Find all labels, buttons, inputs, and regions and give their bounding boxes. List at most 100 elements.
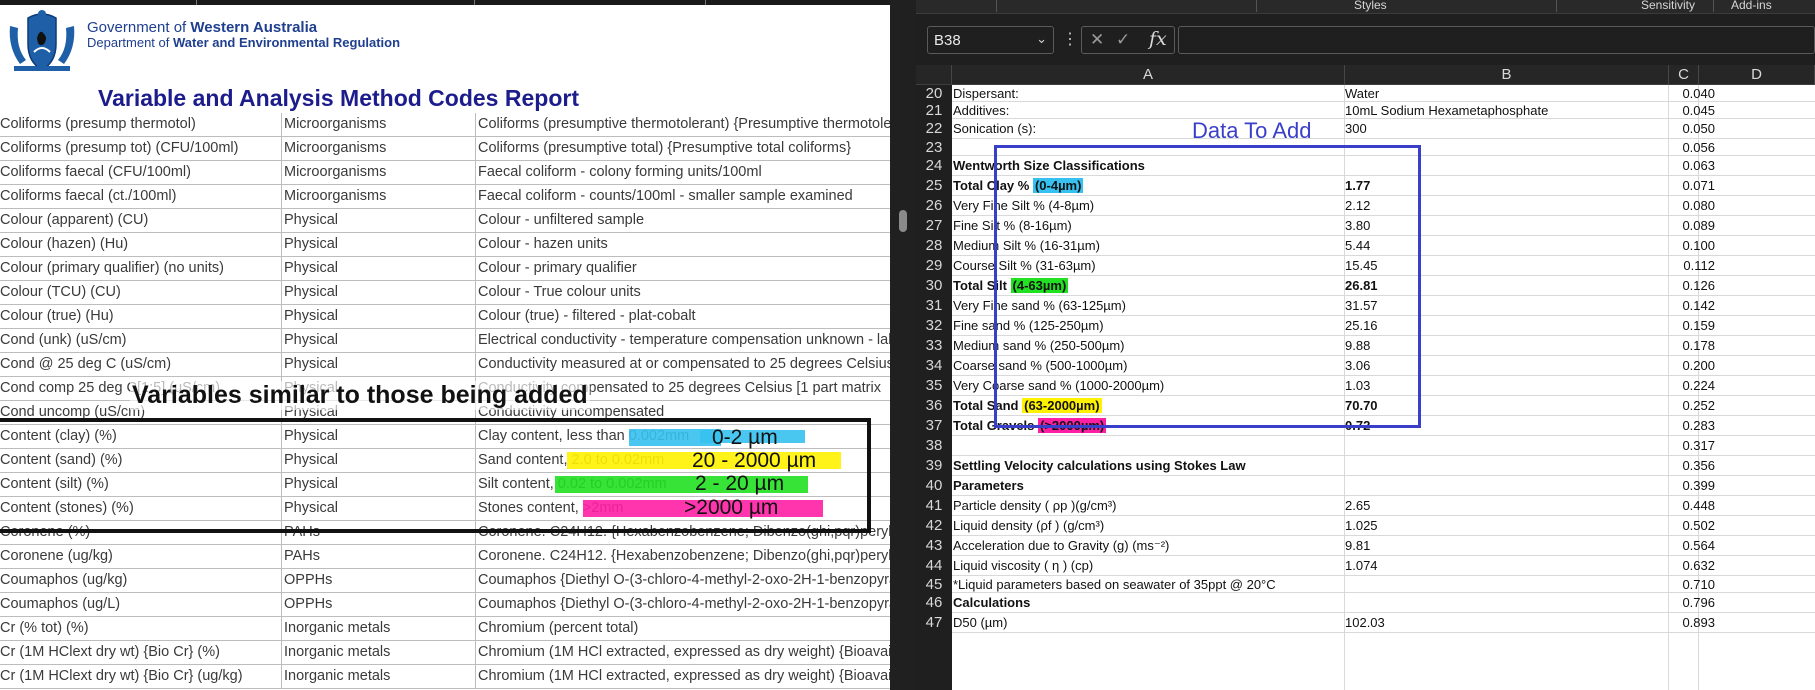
worksheet-row-47[interactable]: D50 (µm) 102.03 0.893 bbox=[952, 613, 1815, 633]
cell-d35[interactable]: 0.224 bbox=[1635, 376, 1715, 396]
formula-bar-input[interactable] bbox=[1178, 26, 1815, 54]
cell-d34[interactable]: 0.200 bbox=[1635, 356, 1715, 376]
worksheet-row-40[interactable]: Parameters 0.399 bbox=[952, 476, 1815, 496]
cell-d46[interactable]: 0.796 bbox=[1635, 593, 1715, 613]
cell-d45[interactable]: 0.710 bbox=[1635, 576, 1715, 593]
cell-d36[interactable]: 0.252 bbox=[1635, 396, 1715, 416]
worksheet-grid[interactable]: Dispersant: Water 0.040 Additives: 10mL Sodi… bbox=[952, 85, 1815, 690]
column-header-b[interactable]: B bbox=[1345, 65, 1669, 85]
cell-a44[interactable]: Liquid viscosity ( η ) (cp) bbox=[953, 556, 1093, 576]
cell-d30[interactable]: 0.126 bbox=[1635, 276, 1715, 296]
row-header-34[interactable]: 34 bbox=[916, 356, 952, 376]
row-header-28[interactable]: 28 bbox=[916, 236, 952, 256]
cell-a42[interactable]: Liquid density (ρf ) (g/cm³) bbox=[953, 516, 1104, 536]
cell-d47[interactable]: 0.893 bbox=[1635, 613, 1715, 633]
cell-b22[interactable]: 300 bbox=[1345, 119, 1367, 139]
cell-d25[interactable]: 0.071 bbox=[1635, 176, 1715, 196]
row-header-30[interactable]: 30 bbox=[916, 276, 952, 296]
row-header-45[interactable]: 45 bbox=[916, 576, 952, 593]
row-header-46[interactable]: 46 bbox=[916, 593, 952, 613]
worksheet-row-45[interactable]: *Liquid parameters based on seawater of … bbox=[952, 576, 1815, 593]
cell-d26[interactable]: 0.080 bbox=[1635, 196, 1715, 216]
split-divider[interactable] bbox=[890, 0, 916, 690]
row-header-37[interactable]: 37 bbox=[916, 416, 952, 436]
row-header-22[interactable]: 22 bbox=[916, 119, 952, 139]
row-header-24[interactable]: 24 bbox=[916, 156, 952, 176]
cell-a22[interactable]: Sonication (s): bbox=[953, 119, 1036, 139]
row-header-36[interactable]: 36 bbox=[916, 396, 952, 416]
cell-b42[interactable]: 1.025 bbox=[1345, 516, 1378, 536]
row-header-47[interactable]: 47 bbox=[916, 613, 952, 633]
cell-a20[interactable]: Dispersant: bbox=[953, 85, 1019, 102]
row-header-41[interactable]: 41 bbox=[916, 496, 952, 516]
row-header-27[interactable]: 27 bbox=[916, 216, 952, 236]
cell-d33[interactable]: 0.178 bbox=[1635, 336, 1715, 356]
cell-a47[interactable]: D50 (µm) bbox=[953, 613, 1007, 633]
cell-d21[interactable]: 0.045 bbox=[1635, 102, 1715, 119]
row-header-32[interactable]: 32 bbox=[916, 316, 952, 336]
cancel-icon[interactable]: ✕ bbox=[1090, 30, 1104, 50]
enter-check-icon[interactable]: ✓ bbox=[1116, 30, 1130, 50]
row-header-21[interactable]: 21 bbox=[916, 102, 952, 119]
row-header-26[interactable]: 26 bbox=[916, 196, 952, 216]
row-header-39[interactable]: 39 bbox=[916, 456, 952, 476]
cell-d44[interactable]: 0.632 bbox=[1635, 556, 1715, 576]
cell-d37[interactable]: 0.283 bbox=[1635, 416, 1715, 436]
row-header-44[interactable]: 44 bbox=[916, 556, 952, 576]
row-header-31[interactable]: 31 bbox=[916, 296, 952, 316]
cell-a45[interactable]: *Liquid parameters based on seawater of … bbox=[953, 576, 1276, 593]
row-header-20[interactable]: 20 bbox=[916, 85, 952, 102]
worksheet-row-21[interactable]: Additives: 10mL Sodium Hexametaphosphate 0… bbox=[952, 102, 1815, 119]
cell-d32[interactable]: 0.159 bbox=[1635, 316, 1715, 336]
column-header-a[interactable]: A bbox=[952, 65, 1345, 85]
cell-a21[interactable]: Additives: bbox=[953, 102, 1009, 119]
cell-d29[interactable]: 0.112 bbox=[1635, 256, 1715, 276]
more-options-icon[interactable]: ⋮ bbox=[1062, 29, 1078, 49]
row-header-25[interactable]: 25 bbox=[916, 176, 952, 196]
row-header-43[interactable]: 43 bbox=[916, 536, 952, 556]
insert-function-icon[interactable]: fx bbox=[1149, 28, 1167, 50]
cell-d38[interactable]: 0.317 bbox=[1635, 436, 1715, 456]
worksheet-row-20[interactable]: Dispersant: Water 0.040 bbox=[952, 85, 1815, 102]
cell-d23[interactable]: 0.056 bbox=[1635, 139, 1715, 156]
cell-a39[interactable]: Settling Velocity calculations using Sto… bbox=[953, 456, 1246, 476]
cell-d22[interactable]: 0.050 bbox=[1635, 119, 1715, 139]
cell-d41[interactable]: 0.448 bbox=[1635, 496, 1715, 516]
worksheet-row-39[interactable]: Settling Velocity calculations using Sto… bbox=[952, 456, 1815, 476]
cell-b43[interactable]: 9.81 bbox=[1345, 536, 1370, 556]
cell-a41[interactable]: Particle density ( ρp )(g/cm³) bbox=[953, 496, 1116, 516]
row-header-42[interactable]: 42 bbox=[916, 516, 952, 536]
chevron-down-icon[interactable]: ⌄ bbox=[1036, 31, 1047, 47]
cell-b41[interactable]: 2.65 bbox=[1345, 496, 1370, 516]
cell-d28[interactable]: 0.100 bbox=[1635, 236, 1715, 256]
row-header-35[interactable]: 35 bbox=[916, 376, 952, 396]
row-header-33[interactable]: 33 bbox=[916, 336, 952, 356]
row-header-29[interactable]: 29 bbox=[916, 256, 952, 276]
cell-a46[interactable]: Calculations bbox=[953, 593, 1030, 613]
worksheet-row-46[interactable]: Calculations 0.796 bbox=[952, 593, 1815, 613]
cell-a43[interactable]: Acceleration due to Gravity (g) (ms⁻²) bbox=[953, 536, 1169, 556]
cell-d27[interactable]: 0.089 bbox=[1635, 216, 1715, 236]
select-all-corner[interactable] bbox=[916, 65, 952, 85]
cell-a40[interactable]: Parameters bbox=[953, 476, 1024, 496]
cell-b47[interactable]: 102.03 bbox=[1345, 613, 1385, 633]
worksheet-row-22[interactable]: Sonication (s): 300 0.050 bbox=[952, 119, 1815, 139]
worksheet-row-38[interactable]: 0.317 bbox=[952, 436, 1815, 456]
cell-b20[interactable]: Water bbox=[1345, 85, 1379, 102]
cell-d31[interactable]: 0.142 bbox=[1635, 296, 1715, 316]
cell-d24[interactable]: 0.063 bbox=[1635, 156, 1715, 176]
worksheet-row-43[interactable]: Acceleration due to Gravity (g) (ms⁻²) 9.… bbox=[952, 536, 1815, 556]
name-box[interactable]: B38 ⌄ bbox=[927, 26, 1054, 54]
cell-d43[interactable]: 0.564 bbox=[1635, 536, 1715, 556]
column-header-d[interactable]: D bbox=[1699, 65, 1815, 85]
row-header-40[interactable]: 40 bbox=[916, 476, 952, 496]
cell-d42[interactable]: 0.502 bbox=[1635, 516, 1715, 536]
row-header-38[interactable]: 38 bbox=[916, 436, 952, 456]
cell-d39[interactable]: 0.356 bbox=[1635, 456, 1715, 476]
worksheet-row-42[interactable]: Liquid density (ρf ) (g/cm³) 1.025 0.502 bbox=[952, 516, 1815, 536]
worksheet-row-41[interactable]: Particle density ( ρp )(g/cm³) 2.65 0.448 bbox=[952, 496, 1815, 516]
worksheet-row-44[interactable]: Liquid viscosity ( η ) (cp) 1.074 0.632 bbox=[952, 556, 1815, 576]
cell-b44[interactable]: 1.074 bbox=[1345, 556, 1378, 576]
row-header-23[interactable]: 23 bbox=[916, 139, 952, 156]
cell-d40[interactable]: 0.399 bbox=[1635, 476, 1715, 496]
